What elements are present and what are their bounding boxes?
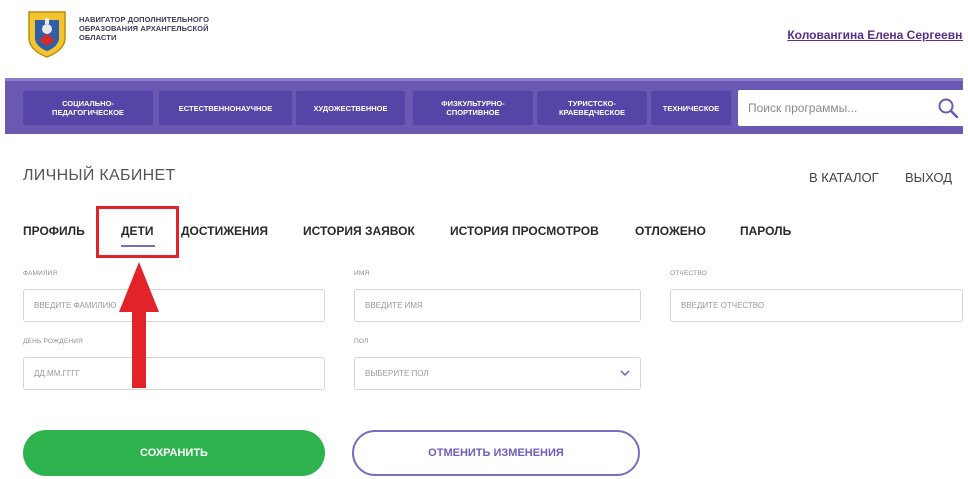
site-title-line: ОБЛАСТИ: [79, 33, 117, 42]
nav-item-artistic[interactable]: ХУДОЖЕСТВЕННОЕ: [296, 91, 405, 125]
gender-select-value: ВЫБЕРИТЕ ПОЛ: [365, 369, 429, 378]
surname-label: ФАМИЛИЯ: [23, 270, 58, 277]
gender-select-box[interactable]: ВЫБЕРИТЕ ПОЛ: [354, 357, 641, 390]
page: НАВИГАТОР ДОПОЛНИТЕЛЬНОГО ОБРАЗОВАНИЯ АР…: [5, 0, 963, 479]
tab-postponed[interactable]: ОТЛОЖЕНО: [635, 224, 706, 238]
surname-input[interactable]: [23, 289, 325, 322]
gender-label: ПОЛ: [354, 338, 369, 345]
nav-item-technical[interactable]: ТЕХНИЧЕСКОЕ: [651, 91, 731, 125]
search-box: [738, 90, 963, 126]
red-arrow-icon: [119, 262, 159, 388]
site-title-line: НАВИГАТОР ДОПОЛНИТЕЛЬНОГО: [79, 15, 210, 24]
user-profile-link[interactable]: Коловангина Елена Сергеевна: [787, 28, 963, 42]
nav-item-social-pedagogical[interactable]: СОЦИАЛЬНО-ПЕДАГОГИЧЕСКОЕ: [23, 91, 153, 125]
nav-item-physical-sport[interactable]: ФИЗКУЛЬТУРНО-СПОРТИВНОЕ: [413, 91, 533, 125]
search-icon[interactable]: [937, 97, 959, 119]
site-title[interactable]: НАВИГАТОР ДОПОЛНИТЕЛЬНОГО ОБРАЗОВАНИЯ АР…: [79, 15, 269, 42]
search-input[interactable]: [738, 90, 948, 126]
nav-item-natural-science[interactable]: ЕСТЕСТВЕННОНАУЧНОЕ: [159, 91, 292, 125]
category-nav: СОЦИАЛЬНО-ПЕДАГОГИЧЕСКОЕ ЕСТЕСТВЕННОНАУЧ…: [5, 78, 963, 134]
name-label: ИМЯ: [354, 270, 370, 277]
tab-profile[interactable]: ПРОФИЛЬ: [23, 224, 85, 238]
site-title-line: ОБРАЗОВАНИЯ АРХАНГЕЛЬСКОЙ: [79, 24, 209, 33]
coat-of-arms-icon[interactable]: [25, 10, 69, 58]
patronymic-label: ОТЧЕСТВО: [670, 270, 707, 277]
gender-select[interactable]: ВЫБЕРИТЕ ПОЛ: [354, 357, 641, 390]
logout-link[interactable]: ВЫХОД: [905, 170, 952, 185]
save-button[interactable]: СОХРАНИТЬ: [23, 430, 325, 476]
chevron-down-icon: [620, 370, 630, 377]
name-input[interactable]: [354, 289, 641, 322]
cancel-changes-button[interactable]: ОТМЕНИТЬ ИЗМЕНЕНИЯ: [352, 430, 640, 476]
page-title: ЛИЧНЫЙ КАБИНЕТ: [23, 167, 176, 184]
nav-item-tourism-local-history[interactable]: ТУРИСТСКО-КРАЕВЕДЧЕСКОЕ: [537, 91, 647, 125]
tab-password[interactable]: ПАРОЛЬ: [740, 224, 791, 238]
tab-highlight-box: [96, 206, 179, 258]
tab-view-history[interactable]: ИСТОРИЯ ПРОСМОТРОВ: [450, 224, 599, 238]
tab-application-history[interactable]: ИСТОРИЯ ЗАЯВОК: [303, 224, 415, 238]
catalog-link[interactable]: В КАТАЛОГ: [809, 170, 879, 185]
tab-achievements[interactable]: ДОСТИЖЕНИЯ: [181, 224, 268, 238]
birthday-label: ДЕНЬ РОЖДЕНИЯ: [23, 338, 84, 345]
patronymic-input[interactable]: [670, 289, 963, 322]
birthday-input[interactable]: [23, 357, 325, 390]
site-header: НАВИГАТОР ДОПОЛНИТЕЛЬНОГО ОБРАЗОВАНИЯ АР…: [5, 0, 963, 78]
